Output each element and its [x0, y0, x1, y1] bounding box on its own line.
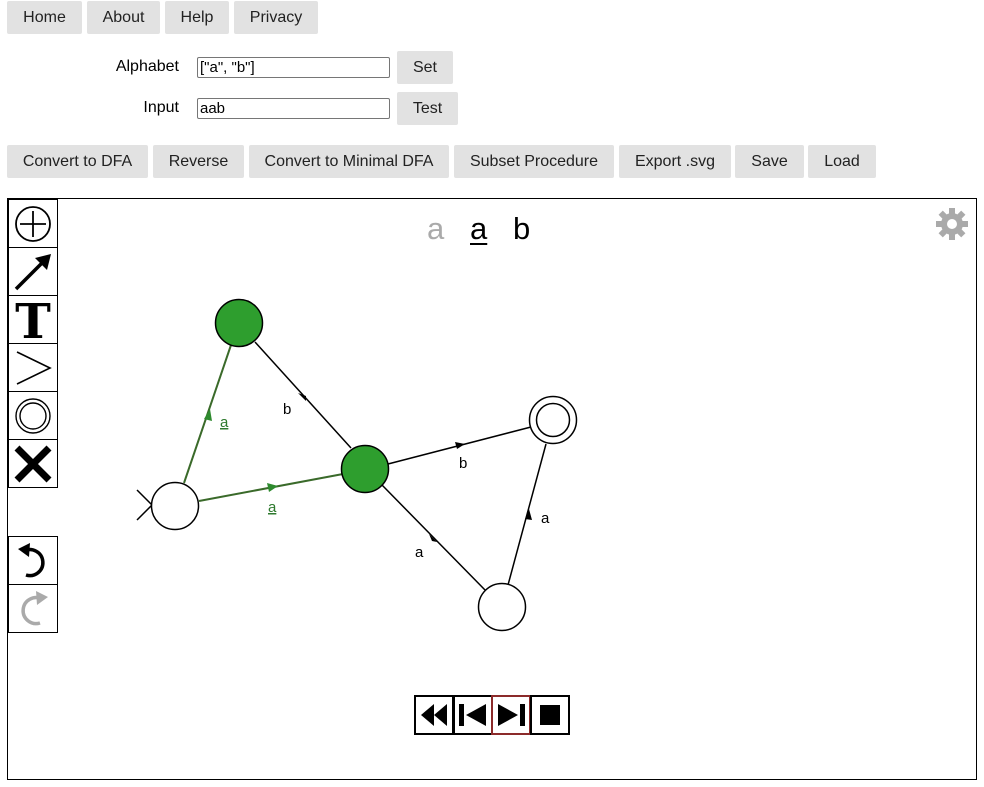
- test-string-input[interactable]: [197, 98, 390, 119]
- arrow-icon: [14, 254, 51, 291]
- input-char-pending: b: [513, 211, 531, 246]
- start-state-icon: [16, 351, 52, 385]
- save-button[interactable]: Save: [735, 145, 804, 178]
- delete-tool[interactable]: [8, 439, 58, 488]
- edge-q2-q4: [381, 484, 487, 592]
- edge-q1-q2: [254, 341, 352, 449]
- label-q0-q1: a: [220, 414, 229, 431]
- stop-button[interactable]: [530, 695, 570, 735]
- step-back-icon: [459, 704, 486, 726]
- step-back-button[interactable]: [453, 695, 493, 735]
- step-forward-icon: [498, 704, 525, 726]
- add-state-tool[interactable]: [8, 199, 58, 248]
- state-q1: [214, 298, 264, 348]
- add-state-icon: [15, 206, 51, 242]
- state-q2: [340, 444, 390, 494]
- alphabet-label: Alphabet: [115, 58, 179, 75]
- state-q0: [150, 481, 200, 531]
- reverse-button[interactable]: Reverse: [153, 145, 244, 178]
- alphabet-input[interactable]: [197, 57, 390, 78]
- rewind-icon: [421, 704, 447, 726]
- load-button[interactable]: Load: [808, 145, 876, 178]
- convert-to-dfa-button[interactable]: Convert to DFA: [7, 145, 148, 178]
- nav-about-button[interactable]: About: [87, 1, 160, 34]
- svg-text:T: T: [15, 296, 51, 343]
- label-q1-q2: b: [283, 401, 291, 418]
- redo-button[interactable]: [8, 584, 58, 633]
- label-q0-q2: a: [268, 499, 277, 516]
- convert-to-minimal-dfa-button[interactable]: Convert to Minimal DFA: [249, 145, 449, 178]
- edge-q4-q3: [507, 443, 547, 586]
- start-state-tool[interactable]: [8, 343, 58, 392]
- export-svg-button[interactable]: Export .svg: [619, 145, 731, 178]
- test-button[interactable]: Test: [397, 92, 458, 125]
- accept-state-icon: [15, 398, 51, 434]
- gear-icon[interactable]: [935, 207, 969, 241]
- start-arrow: [136, 489, 154, 521]
- edge-q0-q2: [198, 473, 344, 502]
- label-q2-q3: b: [459, 455, 467, 472]
- state-q3: [528, 395, 578, 445]
- edge-q0-q1: [183, 344, 232, 484]
- rewind-button[interactable]: [414, 695, 454, 735]
- set-alphabet-button[interactable]: Set: [397, 51, 453, 84]
- delete-icon: [14, 445, 52, 483]
- text-tool[interactable]: T: [8, 295, 58, 344]
- label-q2-q4: a: [415, 544, 424, 561]
- accept-state-tool[interactable]: [8, 391, 58, 440]
- text-icon: T: [15, 296, 51, 343]
- label-q4-q3: a: [541, 510, 550, 527]
- automaton-graph: a a b b a a: [136, 298, 578, 632]
- redo-icon: [21, 591, 48, 626]
- subset-procedure-button[interactable]: Subset Procedure: [454, 145, 614, 178]
- input-char-consumed: a: [427, 211, 445, 246]
- undo-icon: [18, 543, 45, 578]
- nav-help-button[interactable]: Help: [165, 1, 229, 34]
- automaton-canvas[interactable]: T a a b a a b b a a: [7, 198, 977, 780]
- arrow-tool[interactable]: [8, 247, 58, 296]
- input-label: Input: [143, 99, 179, 116]
- nav-privacy-button[interactable]: Privacy: [234, 1, 318, 34]
- stop-icon: [540, 705, 560, 725]
- input-char-current: a: [470, 211, 488, 246]
- nav-home-button[interactable]: Home: [7, 1, 82, 34]
- edge-q2-q3: [387, 426, 532, 465]
- step-forward-button[interactable]: [491, 695, 531, 735]
- state-q4: [477, 582, 527, 632]
- undo-button[interactable]: [8, 536, 58, 585]
